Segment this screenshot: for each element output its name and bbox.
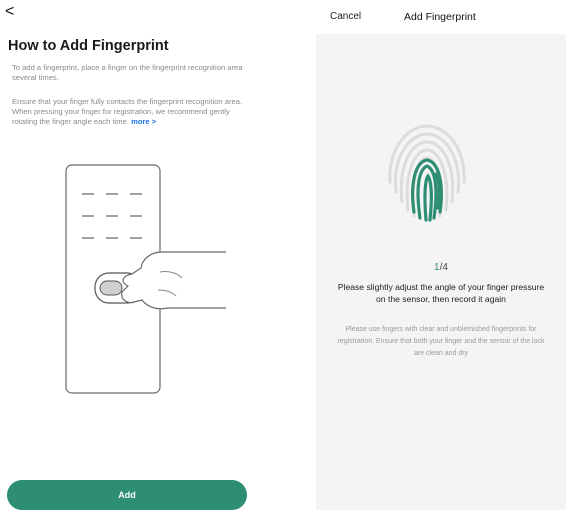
instruction-paragraph-1: To add a fingerprint, place a finger on … <box>12 63 243 83</box>
instruction-message: Please slightly adjust the angle of your… <box>337 282 545 305</box>
back-button[interactable]: < <box>5 2 21 22</box>
instruction-paragraph-2-text: Ensure that your finger fully contacts t… <box>12 97 243 127</box>
instruction-paragraph-2: Ensure that your finger fully contacts t… <box>12 97 252 128</box>
lock-illustration <box>65 164 226 394</box>
more-link[interactable]: more > <box>131 117 156 126</box>
navigation-bar: Cancel Add Fingerprint <box>316 0 566 34</box>
screen-title: Add Fingerprint <box>404 11 476 23</box>
fingerprint-unscanned <box>388 124 466 218</box>
enrollment-panel: Cancel Add Fingerprint 1/4 Please slight… <box>316 0 566 510</box>
add-button[interactable]: Add <box>7 480 247 510</box>
fingerprint-scanned <box>411 158 443 222</box>
page-title: How to Add Fingerprint <box>8 38 169 54</box>
instructions-panel: < How to Add Fingerprint To add a finger… <box>0 0 256 510</box>
progress-total: /4 <box>439 262 448 273</box>
cancel-button[interactable]: Cancel <box>330 11 361 22</box>
chevron-left-icon: < <box>5 3 15 20</box>
hint-message: Please use fingers with clear and unblem… <box>337 326 545 357</box>
fingerprint-icon <box>388 124 466 222</box>
fingerprint-sensor <box>99 280 123 296</box>
progress-counter: 1/4 <box>316 262 566 273</box>
